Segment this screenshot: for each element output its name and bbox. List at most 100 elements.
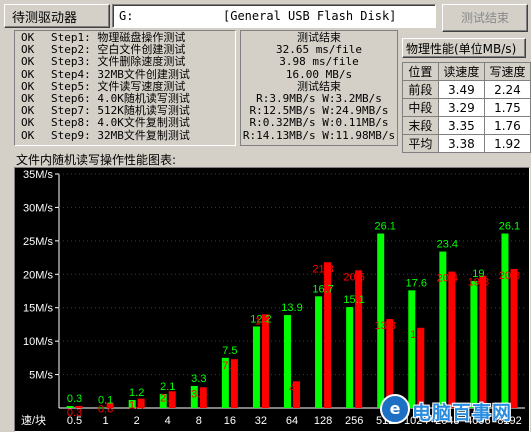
result-line: R:14.13MB/s W:11.98MB/s [242, 128, 396, 142]
perf-row: 平均 3.38 1.92 [402, 134, 531, 153]
step-text: Step5: 文件读写速度测试 [51, 79, 186, 93]
step-row: OK Step9: 32MB文件复制测试 [21, 128, 190, 142]
perf-pos: 平均 [402, 134, 439, 153]
perf-table-wrap: 位置 读速度 写速度 前段 3.49 2.24 中段 3.29 1.75 末段 … [402, 62, 531, 153]
y-tick-label: 10M/s [23, 336, 53, 348]
perf-write: 1.75 [483, 98, 531, 117]
read-bar [408, 290, 416, 408]
result-line: 3.98 ms/file [279, 55, 359, 69]
read-value-label: 26.1 [499, 221, 520, 233]
read-value-label: 13.9 [281, 302, 302, 314]
perf-row: 末段 3.35 1.76 [402, 116, 531, 135]
write-bar [510, 268, 518, 408]
read-value-label: 26.1 [374, 221, 395, 233]
perf-write: 1.76 [483, 116, 531, 135]
y-tick-label: 30M/s [23, 202, 53, 214]
write-value-label: 13.3 [374, 320, 395, 332]
write-value-label: 4 [289, 382, 295, 394]
drive-letter: G: [119, 9, 134, 23]
perf-read: 3.49 [437, 80, 485, 99]
write-value-label: 3.1 [191, 388, 206, 400]
drive-device-field[interactable]: G: [General USB Flash Disk] [112, 4, 436, 28]
y-tick-label: 15M/s [23, 303, 53, 315]
step-status: OK [21, 67, 35, 81]
write-value-label: 12 [410, 329, 422, 341]
y-tick-label: 25M/s [23, 236, 53, 248]
results-list: 测试结束 32.65 ms/file 3.98 ms/file 16.00 MB/s 测… [241, 31, 397, 142]
perf-pos: 前段 [402, 80, 439, 99]
perf-header-row: 位置 读速度 写速度 [402, 62, 531, 81]
read-value-label: 16.7 [312, 283, 333, 295]
y-tick-label: 5M/s [29, 370, 53, 382]
read-bar [470, 280, 478, 408]
perf-row: 前段 3.49 2.24 [402, 80, 531, 99]
perf-write: 1.92 [483, 134, 531, 153]
read-bar [315, 296, 323, 408]
read-value-label: 0.3 [67, 393, 82, 405]
perf-row: 中段 3.29 1.75 [402, 98, 531, 117]
write-value-label: 1.4 [129, 400, 144, 412]
perf-write: 2.24 [483, 80, 531, 99]
perf-header-read: 读速度 [437, 62, 485, 81]
watermark-logo-icon: e [380, 394, 410, 424]
read-bar [346, 307, 354, 408]
write-value-label: 20.8 [499, 270, 520, 282]
step-status: OK [21, 116, 35, 130]
x-tick-label: 8 [196, 415, 202, 427]
result-line: 16.00 MB/s [285, 67, 353, 81]
write-value-label: 2.5 [160, 392, 175, 404]
chart-caption: 文件内随机读写操作性能图表: [16, 153, 177, 167]
steps-panel: OK Step1: 物理磁盘操作测试 OK Step2: 空白文件创建测试 OK Step… [14, 30, 236, 146]
x-tick-label: 1 [103, 415, 109, 427]
write-value-label: 0.3 [67, 407, 82, 419]
step-text: Step4: 32MB文件创建测试 [51, 67, 190, 81]
watermark: e 电脑百事网 [380, 392, 528, 428]
perf-pos: 中段 [402, 98, 439, 117]
step-status: OK [21, 55, 35, 69]
write-value-label: 20.6 [343, 271, 364, 283]
perf-title: 物理性能(单位MB/s) [406, 42, 517, 56]
perf-header-write: 写速度 [483, 62, 531, 81]
x-tick-label: 256 [345, 415, 363, 427]
watermark-text: 电脑百事网 [412, 402, 513, 424]
write-bar [448, 271, 456, 408]
x-axis-label: 速/块 [21, 414, 46, 427]
perf-read: 3.38 [437, 134, 485, 153]
perf-table: 位置 读速度 写速度 前段 3.49 2.24 中段 3.29 1.75 末段 … [402, 62, 531, 153]
write-value-label: 20.4 [437, 273, 458, 285]
x-tick-label: 128 [314, 415, 332, 427]
read-value-label: 23.4 [437, 239, 458, 251]
read-value-label: 17.6 [406, 277, 427, 289]
drive-label: 待测驱动器 [12, 11, 78, 26]
x-tick-label: 16 [224, 415, 236, 427]
step-text: Step8: 4.0K文件复制测试 [51, 116, 190, 130]
step-status: OK [21, 128, 35, 142]
x-tick-label: 32 [255, 415, 267, 427]
write-value-label: 0.8 [98, 404, 113, 416]
y-tick-label: 20M/s [23, 269, 53, 281]
y-tick-label: 35M/s [23, 169, 53, 181]
device-name: [General USB Flash Disk] [223, 9, 397, 23]
write-value-label: 7.3 [222, 360, 237, 372]
x-tick-label: 2 [134, 415, 140, 427]
read-value-label: 7.5 [222, 345, 237, 357]
write-value-label: 19.8 [468, 277, 489, 289]
perf-read: 3.35 [437, 116, 485, 135]
step-text: Step3: 文件删除速度测试 [51, 55, 186, 69]
result-line: R:0.32MB/s W:0.11MB/s [249, 116, 389, 130]
step-text: Step9: 32MB文件复制测试 [51, 128, 190, 142]
test-end-button[interactable]: 测试结束 [442, 4, 528, 32]
perf-read: 3.29 [437, 98, 485, 117]
write-value-label: 21.8 [312, 263, 333, 275]
read-bar [501, 233, 509, 408]
read-value-label: 1.2 [129, 387, 144, 399]
perf-pos: 末段 [402, 116, 439, 135]
steps-list: OK Step1: 物理磁盘操作测试 OK Step2: 空白文件创建测试 OK Step… [21, 31, 190, 142]
read-bar [252, 326, 260, 408]
results-panel: 测试结束 32.65 ms/file 3.98 ms/file 16.00 MB/s 测… [240, 30, 398, 146]
write-value-label: 14 [255, 315, 267, 327]
read-value-label: 2.1 [160, 381, 175, 393]
read-value-label: 15.1 [343, 294, 364, 306]
read-value-label: 3.3 [191, 373, 206, 385]
write-bar [261, 314, 269, 408]
